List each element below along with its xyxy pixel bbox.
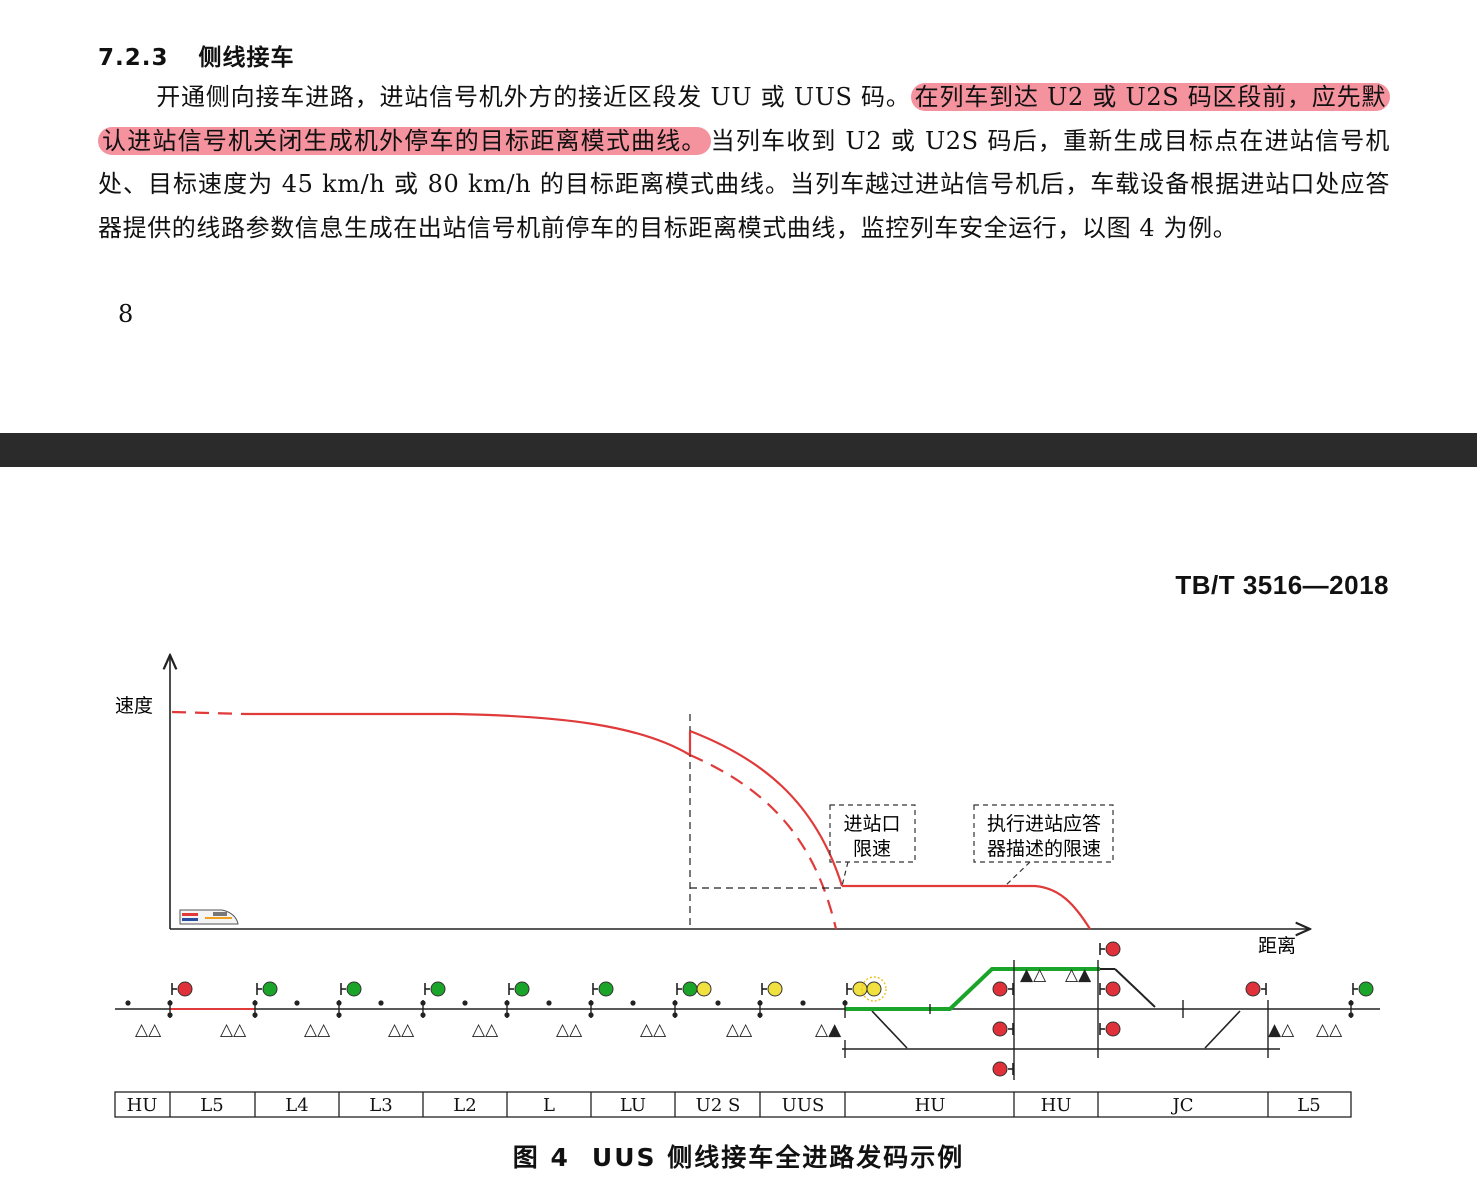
section-label: HU xyxy=(127,1095,158,1116)
section-label: L xyxy=(543,1095,555,1116)
svg-text:△▲: △▲ xyxy=(1065,965,1092,985)
svg-text:▲△: ▲△ xyxy=(1020,965,1047,985)
paragraph-text-1: 开通侧向接车进路，进站信号机外方的接近区段发 UU 或 UUS 码。 xyxy=(156,83,911,111)
svg-text:△△: △△ xyxy=(472,1020,499,1040)
section-heading: 7.2.3 侧线接车 xyxy=(98,38,295,72)
svg-text:△△: △△ xyxy=(556,1020,583,1040)
svg-text:△▲: △▲ xyxy=(815,1020,842,1040)
annotation-1-line-2: 限速 xyxy=(853,838,891,860)
svg-text:△△: △△ xyxy=(1316,1020,1343,1040)
y-axis-label: 速度 xyxy=(115,695,153,717)
train-icon xyxy=(179,909,239,925)
svg-text:△△: △△ xyxy=(726,1020,753,1040)
section-label: JC xyxy=(1171,1095,1194,1116)
x-axis-label: 距离 xyxy=(1258,935,1296,957)
section-number: 7.2.3 xyxy=(98,45,169,71)
caption-number: 图 4 xyxy=(512,1143,570,1172)
section-label: L5 xyxy=(200,1095,223,1116)
svg-text:△△: △△ xyxy=(388,1020,415,1040)
section-label: L3 xyxy=(369,1095,392,1116)
page-number: 8 xyxy=(118,300,134,328)
figure-caption: 图 4 UUS 侧线接车全进路发码示例 xyxy=(0,1138,1477,1174)
annotation-balise-limit: 执行进站应答 器描述的限速 xyxy=(973,804,1114,887)
figure-4-diagram: 速度 距离 进站口 限速 执行进站应答 器描述的限速 △△ △△ △△ △△ △… xyxy=(114,467,1380,1118)
speed-curve xyxy=(171,710,1091,930)
svg-text:△△: △△ xyxy=(220,1020,247,1040)
annotation-2-line-2: 器描述的限速 xyxy=(987,838,1101,860)
annotation-entry-limit: 进站口 限速 xyxy=(829,804,916,887)
reference-lines xyxy=(688,714,842,929)
section-label: HU xyxy=(1041,1095,1072,1116)
section-label: HU xyxy=(915,1095,946,1116)
annotation-2-line-1: 执行进站应答 xyxy=(987,813,1101,835)
section-label: L4 xyxy=(285,1095,308,1116)
annotation-1-line-1: 进站口 xyxy=(843,813,900,835)
code-section-table: HU L5 L4 L3 L2 L LU U2 S UUS HU HU JC L5 xyxy=(114,1091,1352,1118)
section-label: U2 S xyxy=(696,1095,741,1116)
document-page-top: 7.2.3 侧线接车 开通侧向接车进路，进站信号机外方的接近区段发 UU 或 UU… xyxy=(0,0,1477,433)
svg-text:△△: △△ xyxy=(640,1020,667,1040)
svg-text:△△: △△ xyxy=(135,1020,162,1040)
section-label: L2 xyxy=(453,1095,476,1116)
section-label: UUS xyxy=(782,1095,825,1116)
svg-text:△△: △△ xyxy=(304,1020,331,1040)
section-title: 侧线接车 xyxy=(198,45,295,71)
document-page-bottom: TB/T 3516—2018 速度 距离 进站口 限速 执行进站应答 器描述的限… xyxy=(0,467,1477,1204)
body-paragraph: 开通侧向接车进路，进站信号机外方的接近区段发 UU 或 UUS 码。 在列车到达 … xyxy=(98,76,1390,250)
caption-text: UUS 侧线接车全进路发码示例 xyxy=(591,1143,965,1172)
track-layout: △△ △△ △△ △△ △△ △△ △△ △△ △▲ ▲△ △▲ ▲△ △△ xyxy=(115,960,1380,1080)
svg-text:▲△: ▲△ xyxy=(1268,1020,1295,1040)
section-label: LU xyxy=(620,1095,646,1116)
page-separator xyxy=(0,433,1477,467)
section-label: L5 xyxy=(1297,1095,1320,1116)
